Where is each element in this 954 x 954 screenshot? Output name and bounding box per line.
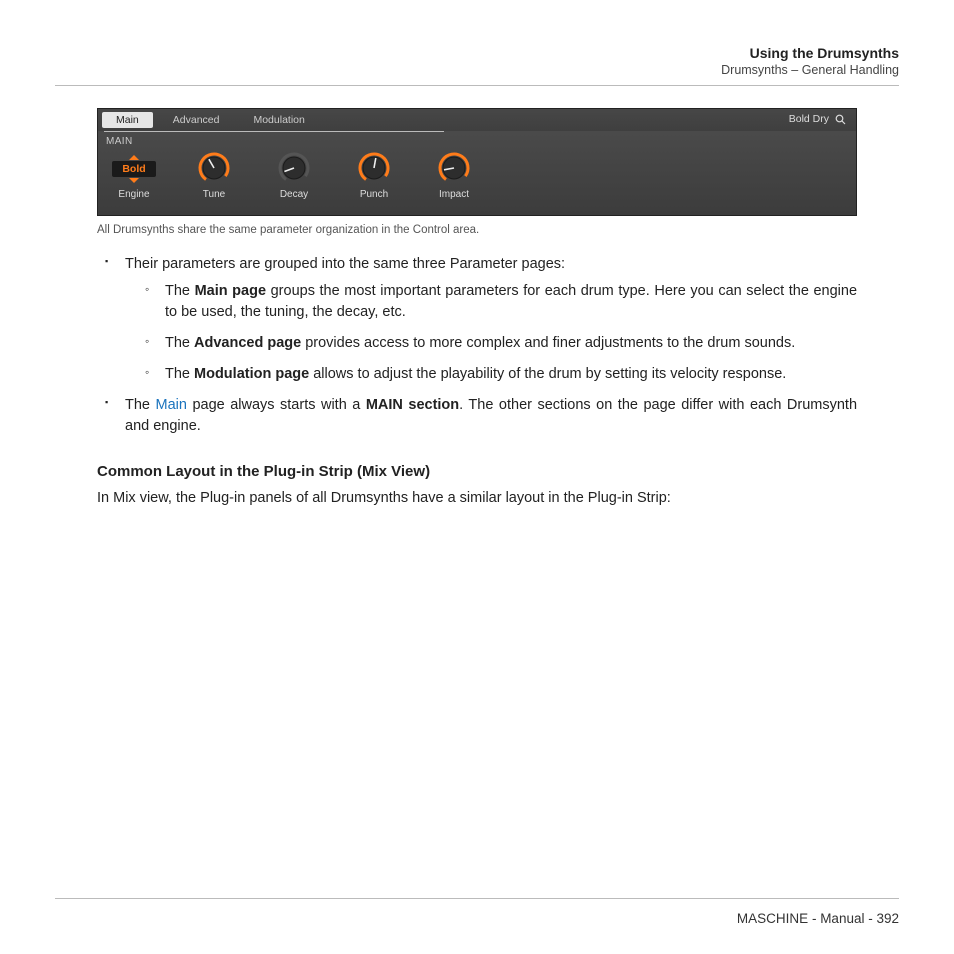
text: page always starts with a (187, 397, 366, 413)
param-punch: Punch (348, 151, 400, 200)
footer: MASCHINE - Manual - 392 (737, 911, 899, 926)
bold-term: Modulation page (194, 366, 309, 382)
bullet-intro: Their parameters are grouped into the sa… (125, 256, 565, 272)
param-engine: Bold Engine (108, 155, 160, 200)
param-impact: Impact (428, 151, 480, 200)
bullet-item: The Main page always starts with a MAIN … (125, 395, 857, 437)
footer-divider (55, 898, 899, 899)
impact-knob[interactable] (437, 151, 471, 185)
param-label: Impact (439, 189, 469, 200)
chevron-up-icon[interactable] (129, 155, 139, 160)
control-area-panel: Main Advanced Modulation Bold Dry MAIN Bol… (97, 108, 857, 216)
text: provides access to more complex and fine… (301, 335, 795, 351)
text: The (165, 366, 194, 382)
tab-advanced[interactable]: Advanced (159, 112, 234, 128)
tab-modulation[interactable]: Modulation (239, 112, 318, 128)
text: groups the most important parameters for… (165, 283, 857, 320)
param-label: Tune (203, 189, 225, 200)
bold-term: Main page (195, 283, 266, 299)
sub-bullet: The Advanced page provides access to mor… (165, 333, 857, 354)
knob-row: Bold Engine Tune Decay Punch Impact (98, 149, 856, 206)
text: The (165, 335, 194, 351)
search-icon[interactable] (835, 114, 846, 125)
section-label: MAIN (98, 132, 856, 149)
chevron-down-icon[interactable] (129, 178, 139, 183)
page-header-title: Using the Drumsynths (55, 45, 899, 61)
page-header-subtitle: Drumsynths – General Handling (55, 63, 899, 77)
subheading: Common Layout in the Plug-in Strip (Mix … (97, 463, 857, 480)
param-label: Decay (280, 189, 308, 200)
param-label: Punch (360, 189, 388, 200)
param-label: Engine (118, 189, 149, 200)
footer-doc: Manual (820, 911, 864, 926)
engine-selector[interactable]: Bold (112, 155, 155, 183)
bullet-item: Their parameters are grouped into the sa… (125, 254, 857, 385)
text: The (165, 283, 195, 299)
figure-caption: All Drumsynths share the same parameter … (97, 224, 857, 236)
punch-knob[interactable] (357, 151, 391, 185)
tune-knob[interactable] (197, 151, 231, 185)
footer-product: MASCHINE (737, 911, 808, 926)
decay-knob[interactable] (277, 151, 311, 185)
param-decay: Decay (268, 151, 320, 200)
parameter-page-tabs: Main Advanced Modulation (98, 109, 856, 131)
main-section-bold: MAIN section (366, 397, 459, 413)
footer-page: 392 (876, 911, 899, 926)
text: allows to adjust the playability of the … (309, 366, 786, 382)
param-tune: Tune (188, 151, 240, 200)
sub-bullet: The Main page groups the most important … (165, 281, 857, 323)
divider (55, 85, 899, 86)
engine-value[interactable]: Bold (112, 161, 155, 177)
main-page-link[interactable]: Main (156, 397, 187, 413)
preset-display[interactable]: Bold Dry (789, 113, 846, 125)
bold-term: Advanced page (194, 335, 301, 351)
sub-bullet: The Modulation page allows to adjust the… (165, 364, 857, 385)
tab-main[interactable]: Main (102, 112, 153, 128)
preset-name: Bold Dry (789, 113, 829, 125)
text: The (125, 397, 156, 413)
body-text: In Mix view, the Plug-in panels of all D… (97, 490, 857, 506)
